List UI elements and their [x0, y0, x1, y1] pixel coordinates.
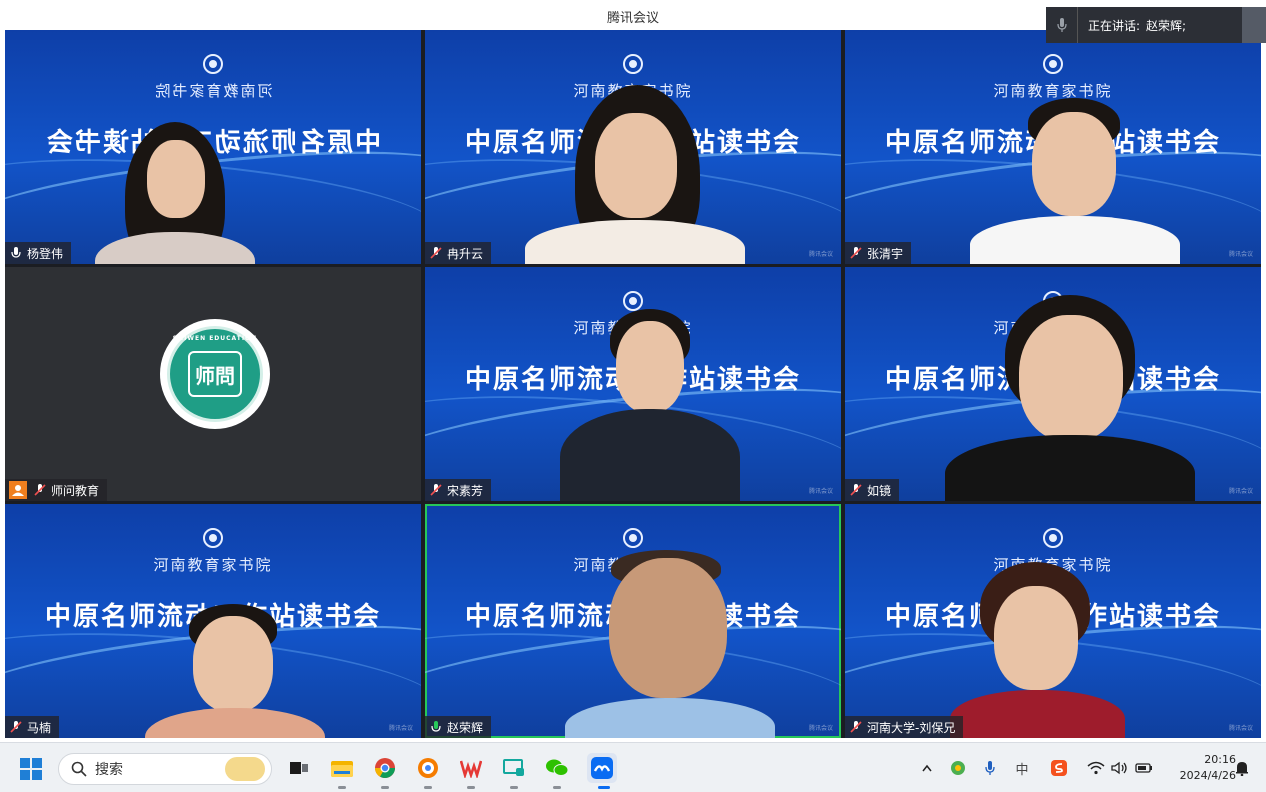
- participant-label: 张清宇: [845, 242, 912, 264]
- participant-name: 赵荣辉: [447, 720, 484, 735]
- participant-label: 师问教育: [5, 479, 108, 501]
- clock-time: 20:16: [1204, 753, 1236, 766]
- participant-name: 冉升云: [447, 246, 484, 261]
- search-box[interactable]: 搜索: [58, 753, 272, 785]
- participant-label: 赵荣辉: [425, 716, 492, 738]
- microphone-muted-icon: [849, 246, 863, 260]
- taskbar: 搜索 中 20:16 2024/4/26: [0, 742, 1266, 792]
- background-subtitle: 河南教育家书院: [153, 82, 273, 100]
- wechat-icon[interactable]: [544, 755, 570, 781]
- video-tile[interactable]: 河南教育家书院 中原名师流动工作站读书会 腾讯会议 张清宇: [845, 30, 1261, 264]
- participant-name: 如镜: [867, 483, 892, 498]
- emblem-icon: [203, 54, 223, 74]
- emblem-icon: [1043, 528, 1063, 548]
- microphone-muted-icon: [849, 483, 863, 497]
- search-placeholder: 搜索: [95, 762, 123, 778]
- microphone-tray-icon[interactable]: [980, 755, 1000, 781]
- avatar-icon: [9, 481, 27, 499]
- video-grid: 河南教育家书院 中原名师流动工作站读书会 杨登伟 河南教育家书院 中原名师流动工…: [5, 30, 1261, 738]
- participant-label: 马楠: [5, 716, 60, 738]
- start-icon[interactable]: [20, 758, 42, 780]
- emblem-icon: [203, 528, 223, 548]
- microphone-on-icon: [429, 720, 443, 734]
- file-explorer-icon[interactable]: [329, 755, 355, 781]
- volume-icon[interactable]: [1110, 755, 1130, 781]
- participant-name: 师问教育: [51, 483, 100, 498]
- speaking-corner: [1242, 7, 1266, 43]
- clock-date: 2024/4/26: [1179, 769, 1236, 782]
- clock[interactable]: 20:16 2024/4/26: [1180, 752, 1236, 784]
- sogou-ime-icon[interactable]: [1048, 755, 1070, 781]
- video-tile[interactable]: 河南教育家书院 中原名师流动工作站读书会 腾讯会议 马楠: [5, 504, 421, 738]
- microphone-muted-icon: [9, 720, 23, 734]
- video-tile[interactable]: 河南教育家书院 中原名师流动工作站读书会 杨登伟: [5, 30, 421, 264]
- speaking-name: 赵荣辉;: [1146, 18, 1187, 33]
- participant-name: 河南大学-刘保兄: [867, 720, 956, 735]
- microphone-muted-icon: [849, 720, 863, 734]
- organization-logo: SHIWEN EDUCATION 师問: [160, 319, 270, 429]
- participant-label: 杨登伟: [5, 242, 72, 264]
- wps-icon[interactable]: [458, 755, 484, 781]
- window-title: 腾讯会议: [606, 11, 659, 26]
- microphone-on-icon: [9, 246, 23, 260]
- emblem-icon: [623, 291, 643, 311]
- logo-arc-text: SHIWEN EDUCATION: [172, 335, 258, 342]
- participant-label: 河南大学-刘保兄: [845, 716, 964, 738]
- emblem-icon: [623, 528, 643, 548]
- video-tile[interactable]: 河南教育家书院 中原名师流动工作站读书会 腾讯会议 冉升云: [425, 30, 841, 264]
- chrome-icon[interactable]: [372, 755, 398, 781]
- background-subtitle: 河南教育家书院: [993, 82, 1113, 100]
- video-tile[interactable]: 河南教育家书院 中原名师流动工作站读书会 腾讯会议 宋素芳: [425, 267, 841, 501]
- participant-name: 马楠: [27, 720, 52, 735]
- chevron-up-icon[interactable]: [918, 755, 936, 781]
- video-tile[interactable]: SHIWEN EDUCATION 师問 师问教育: [5, 267, 421, 501]
- search-icon: [71, 761, 87, 777]
- search-highlight-icon: [225, 757, 265, 781]
- microphone-muted-icon: [429, 246, 443, 260]
- participant-label: 如镜: [845, 479, 900, 501]
- emblem-icon: [1043, 54, 1063, 74]
- wifi-icon[interactable]: [1086, 755, 1106, 781]
- browser-icon[interactable]: [415, 755, 441, 781]
- participant-name: 张清宇: [867, 246, 904, 261]
- speaking-indicator: 正在讲话: 赵荣辉;: [1046, 7, 1266, 43]
- participant-name: 宋素芳: [447, 483, 484, 498]
- speaking-label: 正在讲话:: [1088, 18, 1141, 33]
- video-tile-active-speaker[interactable]: 河南教育家书院 中原名师流动工作站读书会 腾讯会议 赵荣辉: [425, 504, 841, 738]
- participant-name: 杨登伟: [27, 246, 64, 261]
- notification-icon[interactable]: [1232, 755, 1252, 781]
- ime-indicator[interactable]: 中: [1012, 755, 1032, 781]
- battery-icon[interactable]: [1134, 755, 1154, 781]
- video-tile[interactable]: 河南教育家书院 中原名师流动工作站读书会 腾讯会议 河南大学-刘保兄: [845, 504, 1261, 738]
- task-view-icon[interactable]: [286, 755, 312, 781]
- tencent-meeting-icon[interactable]: [587, 753, 617, 783]
- remote-desktop-icon[interactable]: [501, 755, 527, 781]
- participant-label: 宋素芳: [425, 479, 492, 501]
- microphone-icon: [1046, 7, 1078, 43]
- microphone-muted-icon: [429, 483, 443, 497]
- green-app-tray-icon[interactable]: [948, 755, 968, 781]
- participant-label: 冉升云: [425, 242, 492, 264]
- emblem-icon: [623, 54, 643, 74]
- video-tile[interactable]: 河南教育家书院 中原名师流动工作站读书会 腾讯会议 如镜: [845, 267, 1261, 501]
- logo-text: 师問: [195, 363, 235, 388]
- background-subtitle: 河南教育家书院: [153, 556, 273, 574]
- microphone-muted-icon: [33, 483, 47, 497]
